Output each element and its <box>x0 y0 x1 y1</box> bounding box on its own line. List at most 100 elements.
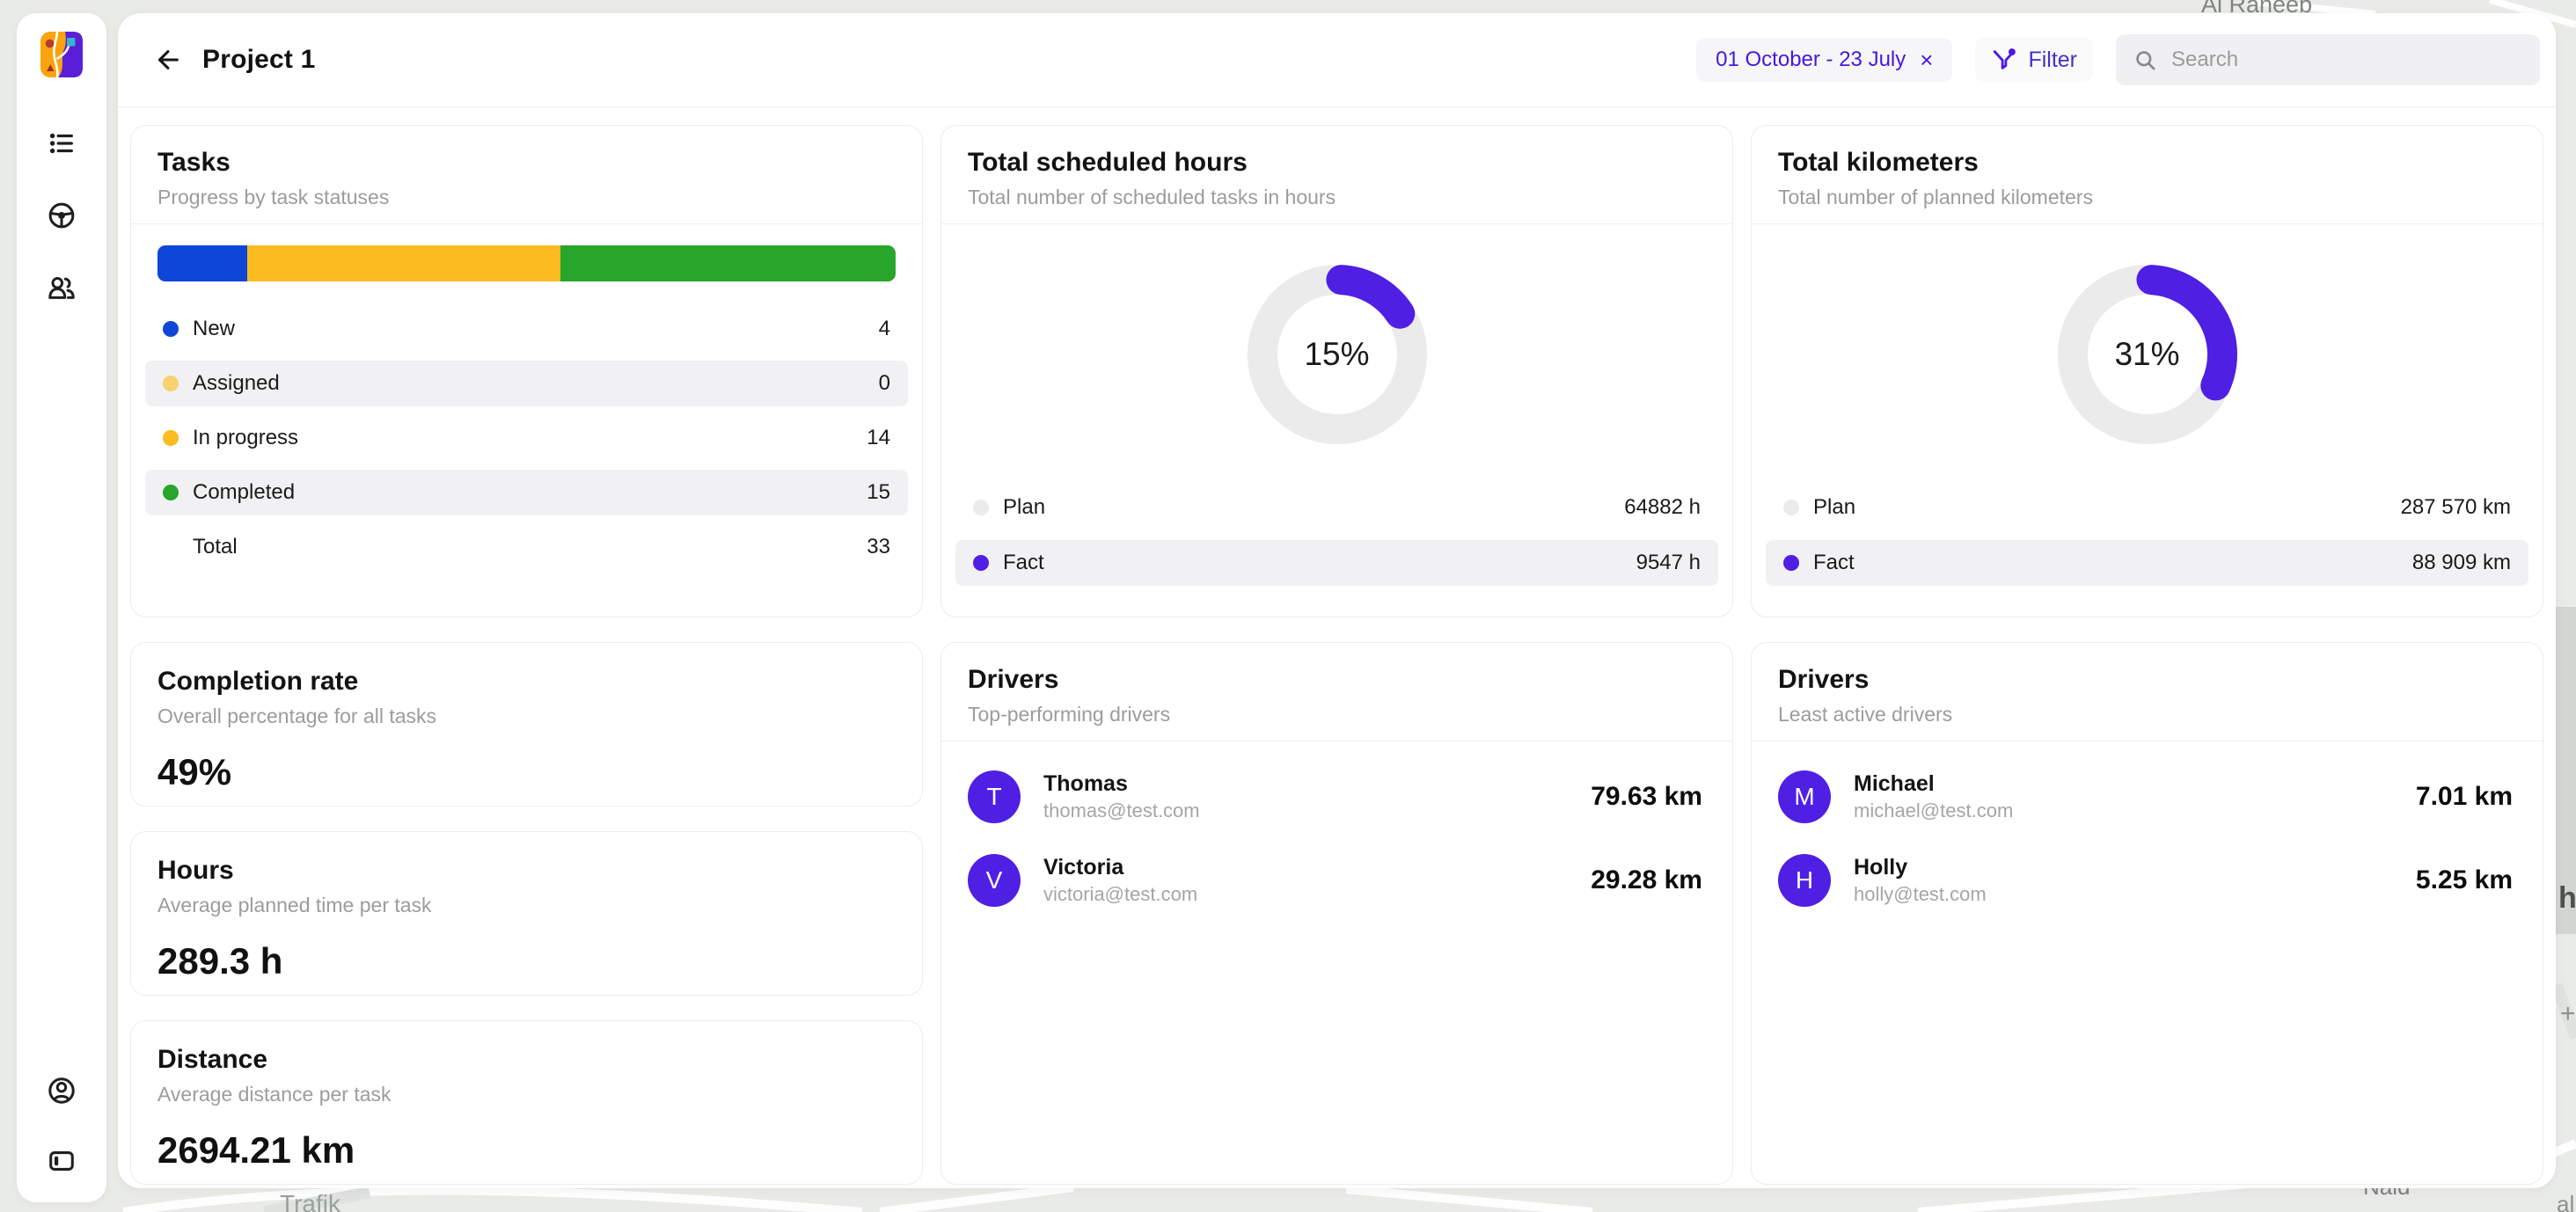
column-right: Total kilometers Total number of planned… <box>1751 125 2543 1188</box>
hours-card: Hours Average planned time per task 289.… <box>130 831 923 996</box>
driver-name: Victoria <box>1043 854 1197 880</box>
least-drivers-card: Drivers Least active drivers M Michael m… <box>1751 642 2543 1185</box>
legend-value: 0 <box>879 371 890 396</box>
legend-row: Completed 15 <box>145 470 908 515</box>
legend-dot <box>163 376 179 391</box>
legend-label: Total <box>193 535 238 559</box>
driver-name: Michael <box>1854 770 2013 797</box>
card-subtitle: Average distance per task <box>157 1082 896 1106</box>
card-title: Drivers <box>968 664 1706 696</box>
page-header: Project 1 01 October - 23 July × Filter <box>118 13 2556 107</box>
card-subtitle: Progress by task statuses <box>157 185 896 209</box>
legend-total-row: Total 33 <box>145 524 908 570</box>
legend-dot <box>973 555 989 571</box>
card-title: Distance <box>157 1044 896 1076</box>
stat-value: 2694.21 km <box>157 1129 896 1172</box>
bar-segment <box>157 245 247 281</box>
legend-label: Assigned <box>193 371 280 396</box>
driver-row: T Thomas thomas@test.com 79.63 km <box>968 770 1702 823</box>
avatar: M <box>1778 770 1831 823</box>
back-button[interactable] <box>151 44 183 76</box>
legend-dot <box>1783 500 1799 515</box>
legend-value: 88 909 km <box>2412 551 2511 575</box>
legend-label: Fact <box>1813 551 1855 575</box>
sidebar <box>17 13 106 1202</box>
hours-donut-chart: 15% <box>1232 249 1443 460</box>
legend-value: 9547 h <box>1636 551 1701 575</box>
card-subtitle: Average planned time per task <box>157 893 896 917</box>
legend-row: Assigned 0 <box>145 361 908 406</box>
driver-row: V Victoria victoria@test.com 29.28 km <box>968 854 1702 907</box>
avatar: H <box>1778 854 1831 907</box>
driver-distance: 5.25 km <box>2416 865 2513 895</box>
driver-email: victoria@test.com <box>1043 882 1197 907</box>
kilometers-donut-chart: 31% <box>2042 249 2253 460</box>
legend-value: 15 <box>867 480 890 505</box>
panel-toggle-icon[interactable] <box>47 1146 77 1176</box>
dashboard-grid: Tasks Progress by task statuses New 4 A <box>118 108 2556 1188</box>
search-icon <box>2133 48 2157 72</box>
legend-label: New <box>193 317 235 341</box>
card-subtitle: Least active drivers <box>1778 702 2516 726</box>
card-title: Tasks <box>157 147 896 179</box>
avatar: T <box>968 770 1021 823</box>
card-title: Total kilometers <box>1778 147 2516 179</box>
arrow-left-icon <box>152 45 182 75</box>
donut-percent-label: 31% <box>2042 249 2253 460</box>
app-logo-icon[interactable] <box>40 32 83 77</box>
driver-email: holly@test.com <box>1854 882 1987 907</box>
card-subtitle: Overall percentage for all tasks <box>157 704 896 728</box>
legend-dot <box>163 430 179 446</box>
drivers-icon[interactable] <box>47 273 77 303</box>
map-label-right-a: h <box>2558 881 2576 915</box>
legend-dot <box>1783 555 1799 571</box>
search-box[interactable] <box>2116 34 2540 85</box>
legend-value: 33 <box>867 535 890 559</box>
map-label-right-b: + <box>2560 999 2576 1028</box>
distance-card: Distance Average distance per task 2694.… <box>130 1020 923 1185</box>
stat-value: 49% <box>157 751 896 793</box>
steering-wheel-icon[interactable] <box>47 201 77 230</box>
tasks-card: Tasks Progress by task statuses New 4 A <box>130 125 923 617</box>
legend-dot <box>973 500 989 515</box>
card-title: Completion rate <box>157 666 896 697</box>
search-input[interactable] <box>2170 47 2522 73</box>
bar-segment <box>247 245 560 281</box>
legend-row: Plan 64882 h <box>955 485 1718 530</box>
donut-percent-label: 15% <box>1232 249 1443 460</box>
date-range-chip[interactable]: 01 October - 23 July × <box>1696 38 1952 82</box>
tasks-list-icon[interactable] <box>47 128 77 158</box>
driver-name: Thomas <box>1043 770 1200 797</box>
column-middle: Total scheduled hours Total number of sc… <box>940 125 1733 1188</box>
filter-button[interactable]: Filter <box>1975 38 2093 82</box>
clear-date-icon[interactable]: × <box>1920 48 1933 71</box>
account-icon[interactable] <box>47 1076 77 1106</box>
header-controls: 01 October - 23 July × Filter <box>1696 34 2540 85</box>
driver-distance: 7.01 km <box>2416 782 2513 812</box>
kilometers-card: Total kilometers Total number of planned… <box>1751 125 2543 617</box>
page-title: Project 1 <box>202 45 316 75</box>
card-subtitle: Total number of scheduled tasks in hours <box>968 185 1706 209</box>
date-range-label: 01 October - 23 July <box>1716 47 1906 72</box>
driver-email: michael@test.com <box>1854 799 2013 823</box>
avatar: V <box>968 854 1021 907</box>
funnel-icon <box>1991 47 2017 73</box>
filter-label: Filter <box>2028 47 2077 73</box>
tasks-legend: New 4 Assigned 0 In progress 14 <box>145 306 908 570</box>
completion-rate-card: Completion rate Overall percentage for a… <box>130 642 923 807</box>
legend-label: Plan <box>1003 495 1045 520</box>
card-title: Total scheduled hours <box>968 147 1706 179</box>
tasks-stacked-bar <box>157 245 896 281</box>
map-label-bottom-left: Trafik <box>280 1190 341 1212</box>
driver-row: H Holly holly@test.com 5.25 km <box>1778 854 2513 907</box>
main-panel: Project 1 01 October - 23 July × Filter <box>118 13 2556 1188</box>
card-subtitle: Total number of planned kilometers <box>1778 185 2516 209</box>
legend-row: Fact 9547 h <box>955 540 1718 586</box>
legend-value: 287 570 km <box>2401 495 2511 520</box>
legend-row: Fact 88 909 km <box>1766 540 2528 586</box>
column-left: Tasks Progress by task statuses New 4 A <box>130 125 923 1188</box>
legend-value: 4 <box>879 317 890 341</box>
driver-row: M Michael michael@test.com 7.01 km <box>1778 770 2513 823</box>
bar-segment <box>560 245 896 281</box>
card-title: Drivers <box>1778 664 2516 696</box>
